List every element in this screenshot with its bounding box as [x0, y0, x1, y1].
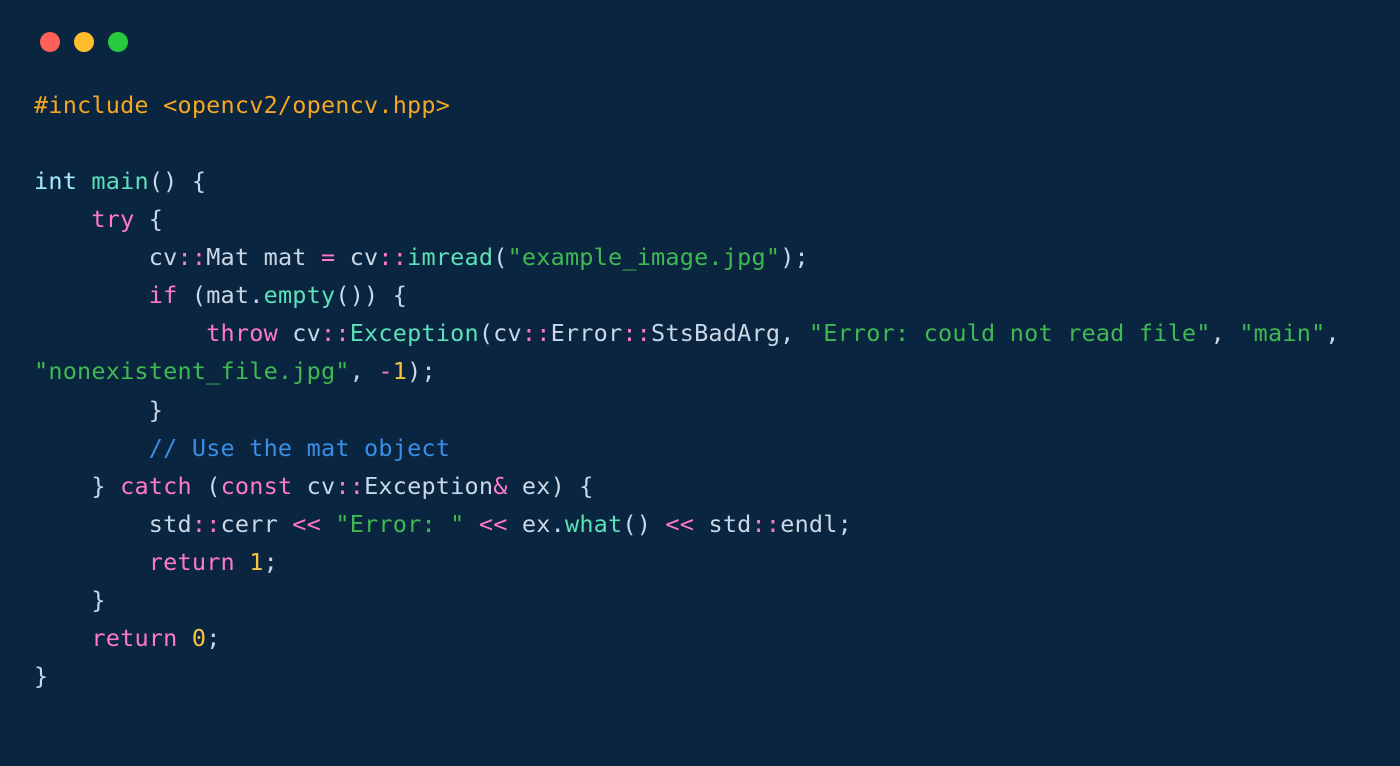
code-token: [321, 510, 335, 538]
code-token: empty: [264, 281, 336, 309]
code-token: }: [34, 472, 120, 500]
code-token: Error: [551, 319, 623, 347]
code-token: "Error: could not read file": [809, 319, 1211, 347]
code-token: std: [34, 510, 192, 538]
code-token: "example_image.jpg": [508, 243, 781, 271]
code-token: () {: [149, 167, 206, 195]
code-token: ::: [321, 319, 350, 347]
code-token: ()) {: [335, 281, 407, 309]
code-token: (mat.: [178, 281, 264, 309]
code-token: [34, 434, 149, 462]
code-token: <<: [479, 510, 508, 538]
code-token: cv: [34, 243, 178, 271]
traffic-light-zoom-icon[interactable]: [108, 32, 128, 52]
code-token: (): [622, 510, 665, 538]
code-token: ex.: [508, 510, 565, 538]
code-token: =: [321, 243, 335, 271]
code-token: [465, 510, 479, 538]
code-token: );: [407, 357, 436, 385]
code-token: throw: [206, 319, 278, 347]
code-token: }: [34, 662, 48, 690]
code-token: 1: [249, 548, 263, 576]
code-token: ::: [192, 510, 221, 538]
code-token: imread: [407, 243, 493, 271]
code-token: (: [493, 243, 507, 271]
traffic-lights: [40, 32, 1366, 52]
code-token: );: [780, 243, 809, 271]
code-token: }: [34, 586, 106, 614]
code-token: -: [378, 357, 392, 385]
code-token: ,: [1325, 319, 1354, 347]
code-token: const: [221, 472, 293, 500]
code-token: ::: [178, 243, 207, 271]
code-token: [34, 319, 206, 347]
code-token: cv: [335, 243, 378, 271]
code-token: ,: [1211, 319, 1240, 347]
code-token: cerr: [221, 510, 293, 538]
code-token: "main": [1239, 319, 1325, 347]
code-token: [34, 205, 91, 233]
traffic-light-close-icon[interactable]: [40, 32, 60, 52]
code-token: int: [34, 167, 77, 195]
code-token: }: [34, 396, 163, 424]
code-token: ,: [350, 357, 379, 385]
code-token: [77, 167, 91, 195]
code-token: "Error: ": [335, 510, 464, 538]
code-token: "nonexistent_file.jpg": [34, 357, 350, 385]
code-token: [34, 281, 149, 309]
code-token: #include <opencv2/opencv.hpp>: [34, 91, 450, 119]
code-token: try: [91, 205, 134, 233]
code-token: ;: [206, 624, 220, 652]
code-token: <<: [292, 510, 321, 538]
code-token: cv: [292, 472, 335, 500]
code-token: 1: [393, 357, 407, 385]
code-token: {: [134, 205, 163, 233]
code-token: &: [493, 472, 507, 500]
code-token: 0: [192, 624, 206, 652]
code-token: ::: [522, 319, 551, 347]
code-token: what: [565, 510, 622, 538]
code-token: endl;: [780, 510, 852, 538]
code-token: catch: [120, 472, 192, 500]
code-token: // Use the mat object: [149, 434, 450, 462]
code-token: if: [149, 281, 178, 309]
code-block: #include <opencv2/opencv.hpp> int main()…: [34, 86, 1366, 695]
code-token: main: [91, 167, 148, 195]
code-token: [34, 624, 91, 652]
code-token: Mat mat: [206, 243, 321, 271]
code-token: ::: [378, 243, 407, 271]
code-token: Exception: [364, 472, 493, 500]
code-token: [235, 548, 249, 576]
traffic-light-minimize-icon[interactable]: [74, 32, 94, 52]
code-token: (: [192, 472, 221, 500]
code-token: (cv: [479, 319, 522, 347]
code-token: <<: [665, 510, 694, 538]
code-token: [178, 624, 192, 652]
code-token: Exception: [350, 319, 479, 347]
code-token: ::: [622, 319, 651, 347]
code-token: cv: [278, 319, 321, 347]
code-token: StsBadArg,: [651, 319, 809, 347]
code-token: std: [694, 510, 751, 538]
code-token: ex) {: [508, 472, 594, 500]
code-token: ::: [752, 510, 781, 538]
code-token: ;: [264, 548, 278, 576]
code-token: ::: [335, 472, 364, 500]
code-token: return: [149, 548, 235, 576]
code-token: [34, 548, 149, 576]
code-token: return: [91, 624, 177, 652]
